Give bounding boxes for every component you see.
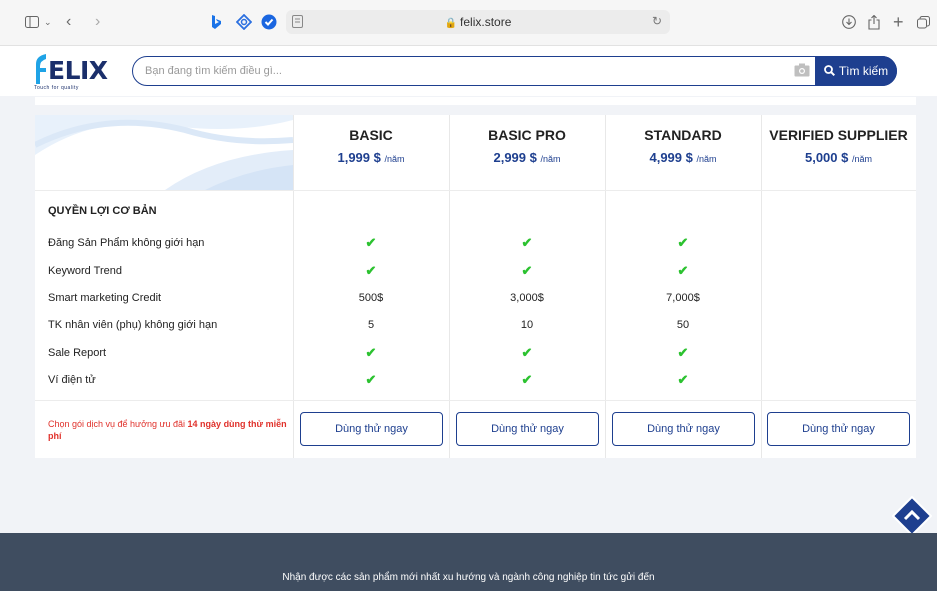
- feature-label: Ví điện tử: [48, 374, 96, 386]
- url-text: 🔒 felix.store: [286, 15, 670, 29]
- check-icon: ✔: [521, 345, 533, 360]
- row-divider: [35, 190, 916, 191]
- feature-label: Keyword Trend: [48, 265, 122, 277]
- search-button-label: Tìm kiếm: [838, 63, 889, 78]
- content-strip: [35, 97, 916, 105]
- feature-value: 10: [520, 319, 534, 331]
- check-icon: ✔: [365, 235, 377, 250]
- url-label: felix.store: [460, 15, 512, 29]
- feature-value: 500$: [358, 292, 384, 304]
- check-icon: ✔: [365, 263, 377, 278]
- camera-icon[interactable]: [794, 63, 810, 77]
- search-icon: [823, 65, 835, 76]
- price-period: /năm: [540, 154, 561, 164]
- scroll-top-icon[interactable]: [892, 496, 932, 536]
- check-icon: ✔: [521, 235, 533, 250]
- extension-icon[interactable]: [236, 14, 252, 30]
- bing-icon[interactable]: [211, 14, 221, 30]
- trial-note: Chọn gói dịch vụ để hưởng ưu đãi 14 ngày…: [48, 418, 288, 442]
- check-icon: ✔: [521, 372, 533, 387]
- pricing-table: BASIC 1,999 $ /năm BASIC PRO 2,999 $ /nă…: [35, 115, 916, 458]
- check-icon: ✔: [365, 345, 377, 360]
- footer: Nhận được các sản phẩm mới nhất xu hướng…: [0, 533, 937, 591]
- plan-verified-supplier: VERIFIED SUPPLIER 5,000 $ /năm: [761, 115, 916, 190]
- price-value: 4,999 $: [649, 150, 693, 165]
- pricing-hero-graphic: [35, 115, 293, 190]
- check-icon: ✔: [677, 235, 689, 250]
- check-icon: ✔: [521, 263, 533, 278]
- search-bar: Tìm kiếm: [132, 55, 897, 86]
- price-period: /năm: [384, 154, 405, 164]
- plan-basic: BASIC 1,999 $ /năm: [293, 115, 449, 190]
- feature-label: TK nhân viên (phụ) không giới hạn: [48, 319, 218, 331]
- feature-label: Sale Report: [48, 347, 107, 359]
- row-divider: [35, 400, 916, 401]
- back-icon[interactable]: ‹: [66, 13, 71, 30]
- feature-value: 7,000$: [666, 292, 700, 304]
- tabs-icon[interactable]: [917, 14, 930, 30]
- plan-basic-pro: BASIC PRO 2,999 $ /năm: [449, 115, 605, 190]
- try-button-standard[interactable]: Dùng thử ngay: [612, 412, 755, 446]
- lock-icon: 🔒: [444, 18, 458, 29]
- feature-value: 3,000$: [510, 292, 544, 304]
- try-button-basic-pro[interactable]: Dùng thử ngay: [456, 412, 599, 446]
- plan-price: 1,999 $ /năm: [293, 150, 449, 165]
- try-button-basic[interactable]: Dùng thử ngay: [300, 412, 443, 446]
- new-tab-icon[interactable]: +: [893, 12, 904, 32]
- check-icon: ✔: [365, 372, 377, 387]
- forward-icon[interactable]: ›: [95, 13, 100, 30]
- logo-mark-icon: [36, 54, 46, 84]
- download-icon[interactable]: [842, 14, 856, 30]
- reload-icon[interactable]: ↻: [652, 14, 662, 28]
- logo-text: ELIX: [48, 56, 108, 85]
- plan-price: 5,000 $ /năm: [761, 150, 916, 165]
- feature-value: 50: [676, 319, 690, 331]
- feature-value: 5: [367, 319, 375, 331]
- price-period: /năm: [696, 154, 717, 164]
- feature-label: Smart marketing Credit: [48, 292, 162, 304]
- plan-name: BASIC PRO: [488, 127, 566, 143]
- plan-price: 4,999 $ /năm: [605, 150, 761, 165]
- plan-standard: STANDARD 4,999 $ /năm: [605, 115, 761, 190]
- search-input[interactable]: [145, 63, 745, 79]
- plan-name: STANDARD: [644, 127, 722, 143]
- check-badge-icon[interactable]: [261, 14, 277, 30]
- check-icon: ✔: [677, 263, 689, 278]
- trial-note-text: Chọn gói dịch vụ để hưởng ưu đãi: [48, 419, 188, 429]
- try-button-verified-supplier[interactable]: Dùng thử ngay: [767, 412, 910, 446]
- section-title: QUYỀN LỢI CƠ BẢN: [48, 205, 157, 217]
- chevron-down-icon[interactable]: ⌄: [44, 14, 52, 30]
- share-icon[interactable]: [868, 14, 880, 30]
- plan-price: 2,999 $ /năm: [449, 150, 605, 165]
- price-value: 5,000 $: [804, 150, 849, 165]
- browser-toolbar: ⌄ ‹ › 🔒 felix.store ↻ +: [0, 0, 937, 46]
- search-button[interactable]: Tìm kiếm: [815, 55, 897, 86]
- felix-logo[interactable]: ELIX Touch for quality: [34, 52, 114, 92]
- price-value: 1,999 $: [337, 150, 381, 165]
- plan-name: BASIC: [349, 127, 393, 143]
- logo-tagline: Touch for quality: [34, 85, 79, 91]
- site-header: ELIX Touch for quality Tìm kiếm: [0, 46, 937, 96]
- check-icon: ✔: [677, 345, 689, 360]
- footer-text: Nhận được các sản phẩm mới nhất xu hướng…: [282, 572, 655, 583]
- check-icon: ✔: [677, 372, 689, 387]
- address-bar[interactable]: 🔒 felix.store ↻: [286, 10, 670, 34]
- price-period: /năm: [851, 154, 872, 164]
- sidebar-icon[interactable]: [25, 14, 39, 30]
- price-value: 2,999 $: [493, 150, 537, 165]
- plan-name: VERIFIED SUPPLIER: [769, 127, 908, 143]
- feature-label: Đăng Sản Phẩm không giới hạn: [48, 237, 205, 249]
